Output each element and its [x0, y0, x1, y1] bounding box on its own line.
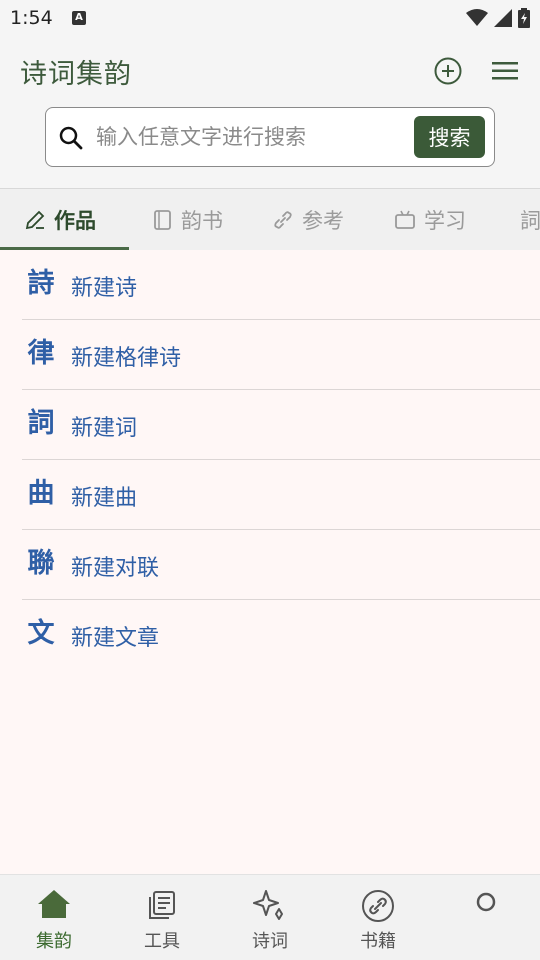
tab-label: 作品	[54, 209, 96, 233]
status-icons	[466, 8, 530, 28]
tab-works[interactable]: 作品	[24, 189, 96, 250]
list-item-label: 新建文章	[71, 626, 160, 651]
app-title: 诗词集韵	[20, 59, 132, 90]
tab-label: 韵书	[181, 209, 223, 233]
poem-glyph-icon: 詩	[27, 268, 55, 299]
link-circle-icon	[362, 890, 394, 922]
search-box: 搜索	[45, 107, 495, 167]
list-item-label: 新建诗	[71, 276, 138, 301]
battery-icon	[518, 8, 530, 28]
status-bar: 1:54 A	[0, 0, 540, 38]
hamburger-icon	[492, 62, 518, 80]
tab-label: 参考	[302, 209, 344, 233]
list-item-label: 新建格律诗	[71, 346, 182, 371]
list-item-new-poem[interactable]: 詩 新建诗	[22, 250, 540, 320]
ci-glyph-icon: 詞	[27, 408, 55, 439]
notification-icon: A	[72, 11, 86, 25]
pencil-icon	[25, 210, 45, 230]
nav-label: 工具	[144, 931, 180, 952]
bottom-nav: 集韵 工具 诗词 书籍	[0, 874, 540, 960]
search-button[interactable]: 搜索	[414, 116, 485, 158]
tab-label: 詞	[520, 209, 540, 233]
tab-label: 学习	[424, 209, 466, 233]
regulated-glyph-icon: 律	[27, 338, 55, 369]
wifi-icon	[466, 9, 488, 26]
list-item-new-couplet[interactable]: 聯 新建对联	[22, 530, 540, 600]
list-item-new-regulated-poem[interactable]: 律 新建格律诗	[22, 320, 540, 390]
tab-study[interactable]: 学习	[394, 189, 466, 250]
list-item-new-qu[interactable]: 曲 新建曲	[22, 460, 540, 530]
list-item-label: 新建词	[71, 416, 138, 441]
tab-reference[interactable]: 参考	[272, 189, 344, 250]
add-circle-icon	[434, 57, 462, 85]
nav-label: 诗词	[252, 931, 288, 952]
tv-icon	[395, 210, 415, 229]
nav-jiyun[interactable]: 集韵	[0, 875, 108, 960]
nav-label: 集韵	[36, 931, 72, 952]
list-item-label: 新建对联	[71, 556, 160, 581]
search-icon	[59, 126, 83, 150]
qu-glyph-icon: 曲	[27, 478, 55, 509]
couplet-glyph-icon: 聯	[27, 548, 55, 579]
search-input[interactable]	[96, 118, 406, 156]
add-button[interactable]	[432, 55, 464, 87]
signal-icon	[494, 9, 512, 27]
nav-tools[interactable]: 工具	[108, 875, 216, 960]
create-list: 詩 新建诗 律 新建格律诗 詞 新建词 曲 新建曲 聯 新建对联 文 新建文章	[0, 250, 540, 874]
nav-more[interactable]	[432, 875, 540, 960]
home-icon	[38, 890, 70, 918]
nav-books[interactable]: 书籍	[324, 875, 432, 960]
list-item-new-article[interactable]: 文 新建文章	[22, 600, 540, 670]
list-item-label: 新建曲	[71, 486, 138, 511]
circle-icon	[476, 892, 496, 912]
notes-icon	[149, 891, 175, 919]
status-time: 1:54	[10, 7, 53, 29]
tab-more[interactable]: 詞	[520, 189, 540, 250]
app-bar: 诗词集韵	[0, 38, 540, 104]
list-item-new-ci[interactable]: 詞 新建词	[22, 390, 540, 460]
nav-label: 书籍	[360, 931, 396, 952]
nav-poetry[interactable]: 诗词	[216, 875, 324, 960]
tab-bar: 作品 韵书 参考 学习 詞	[0, 188, 540, 250]
book-icon	[154, 210, 171, 230]
menu-button[interactable]	[490, 56, 520, 86]
tab-rhyme-books[interactable]: 韵书	[153, 189, 223, 250]
link-icon	[274, 211, 292, 229]
sparkle-icon	[253, 890, 283, 920]
article-glyph-icon: 文	[27, 618, 55, 649]
